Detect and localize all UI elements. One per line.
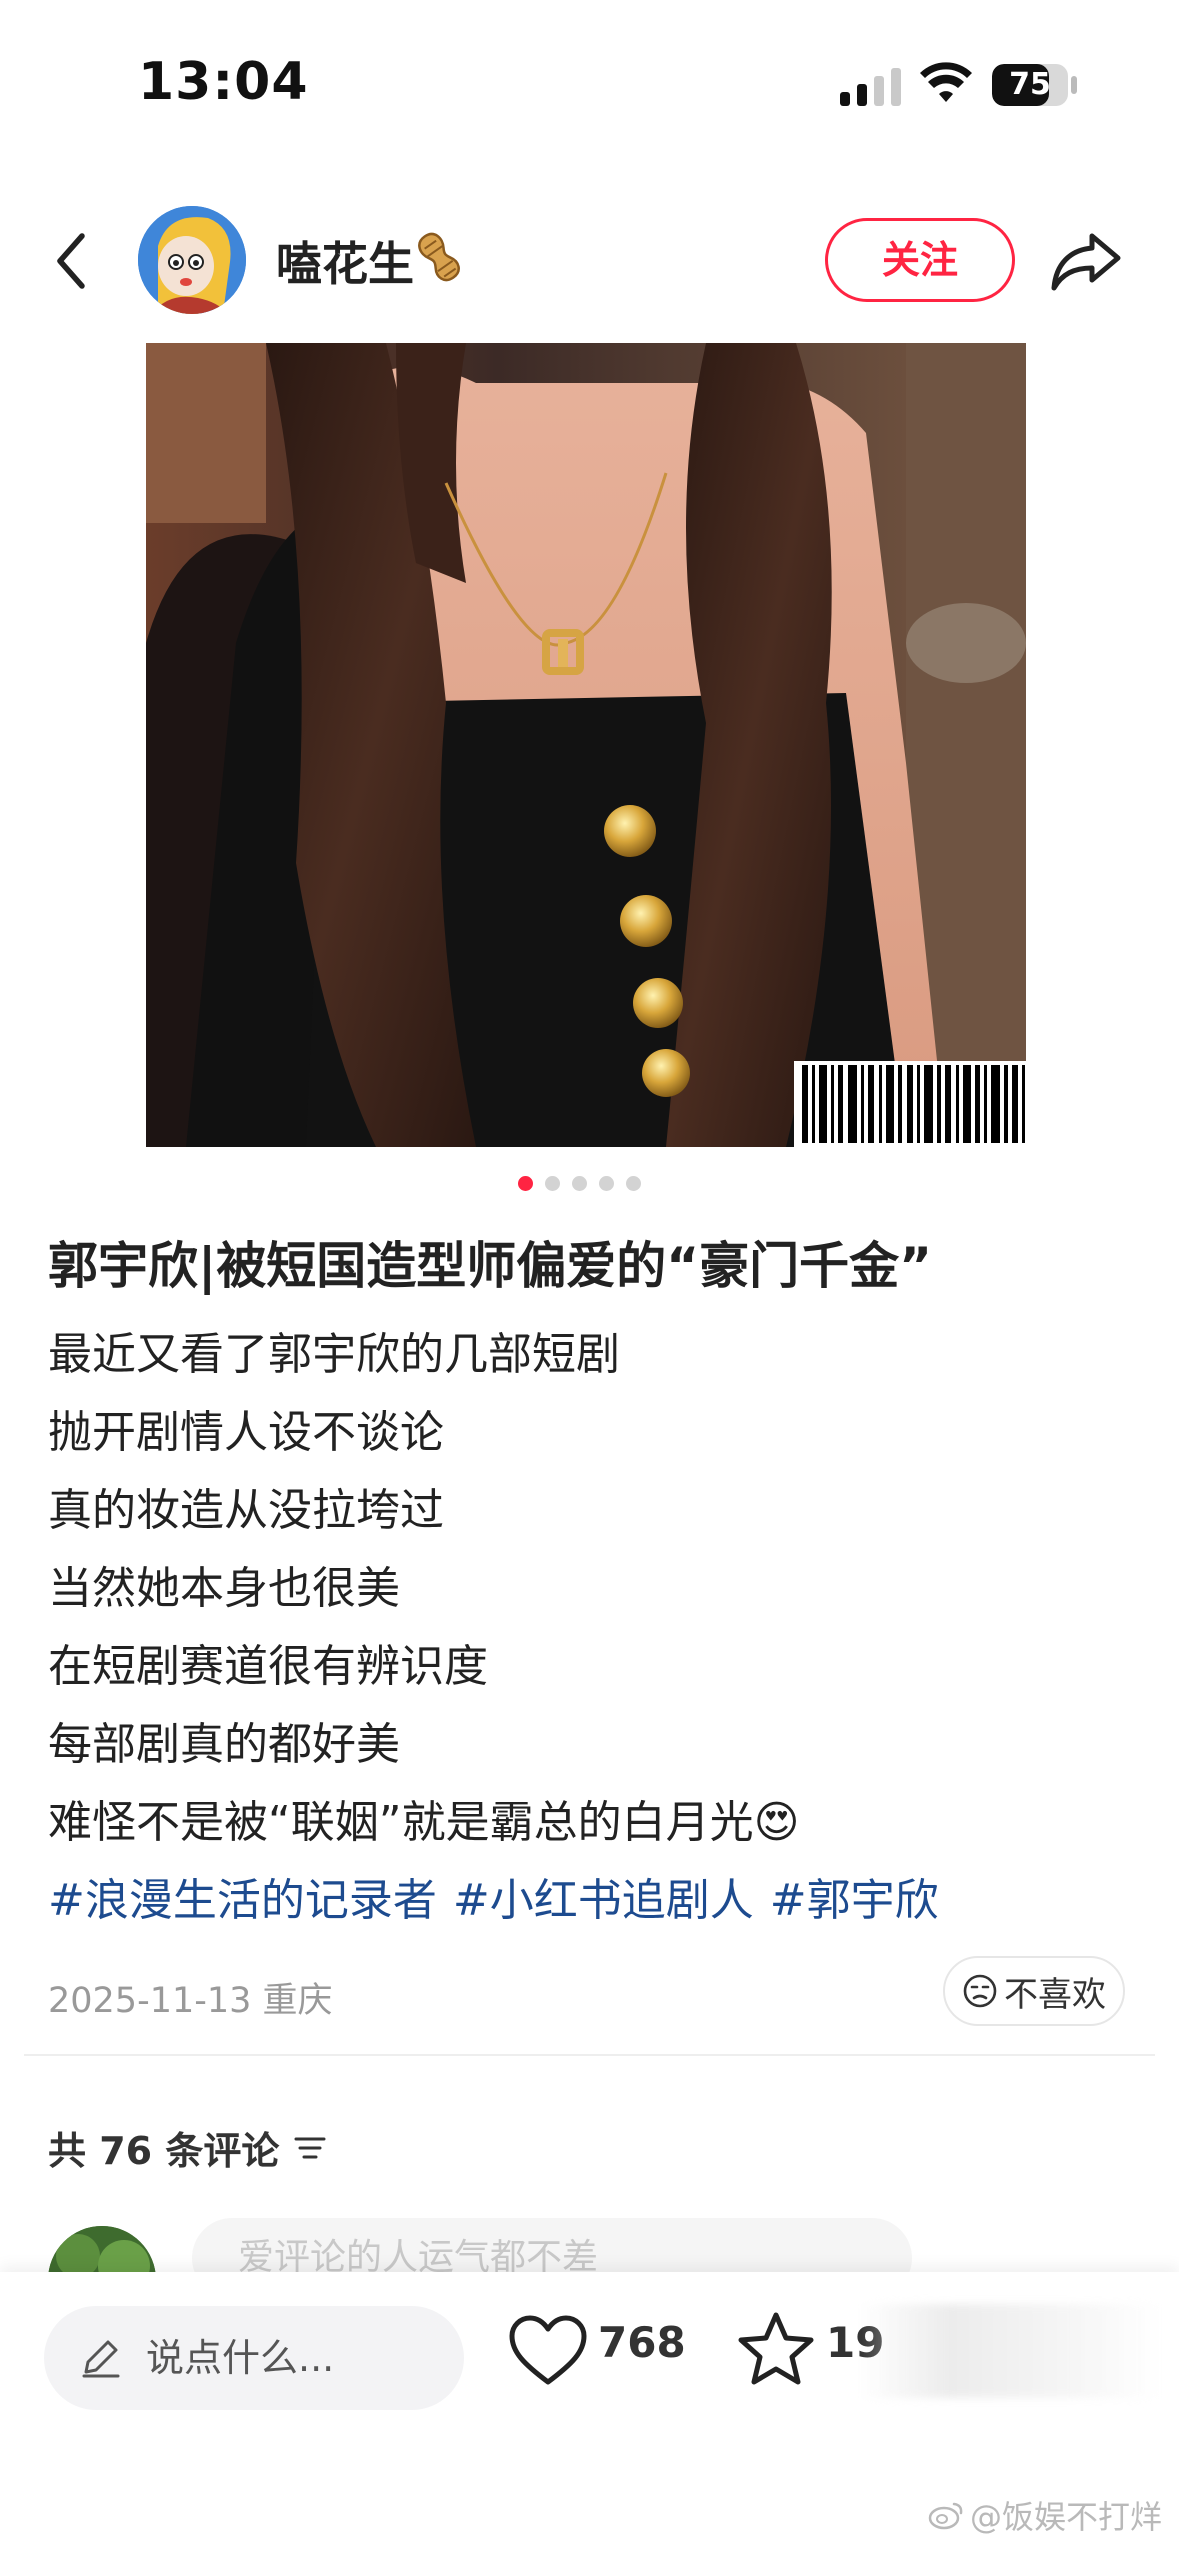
sort-filter-icon[interactable] [293,2134,327,2162]
peanut-icon [418,232,460,282]
star-icon[interactable] [736,2310,816,2388]
post-image-art [146,343,1026,1147]
share-icon[interactable] [1048,224,1124,296]
cellular-signal-icon [840,68,901,106]
follow-button[interactable]: 关注 [825,218,1015,302]
heart-icon[interactable] [508,2314,588,2388]
hashtag-list: #浪漫生活的记录者 #小红书追剧人 #郭宇欣 [48,1864,939,1928]
carousel-dot-active[interactable] [518,1176,533,1191]
author-avatar[interactable] [138,206,246,314]
carousel-pager [518,1176,668,1196]
comment-input[interactable]: 说点什么... [44,2306,464,2410]
post-body-line: 难怪不是被“联姻”就是霸总的白月光😍 [48,1797,800,1848]
battery-level: 75 [1009,67,1051,102]
comment-count-header[interactable]: 共 76 条评论 [48,2120,327,2175]
status-time: 13:04 [138,52,309,112]
wifi-icon [920,62,972,102]
dislike-label: 不喜欢 [1004,1974,1106,2015]
back-arrow-icon[interactable] [46,226,102,296]
battery-icon: 75 [992,64,1068,106]
post-body-line: 当然她本身也很美 [48,1563,400,1614]
hashtag-link[interactable]: #浪漫生活的记录者 [48,1864,437,1928]
battery-cap [1071,76,1077,94]
post-title: 郭宇欣|被短国造型师偏爱的“豪门千金” [48,1237,932,1295]
post-body-line: 抛开剧情人设不谈论 [48,1407,444,1458]
weibo-logo-icon [928,2502,963,2530]
status-bar: 13:04 75 [0,0,1179,170]
dislike-button[interactable]: 不喜欢 [943,1956,1125,2026]
comment-count-label: 共 76 条评论 [48,2129,280,2173]
post-body-line: 每部剧真的都好美 [48,1719,400,1770]
watermark-text: @饭娱不打烊 [970,2498,1163,2536]
section-divider [24,2054,1155,2056]
bottom-action-bar: 说点什么... 768 19 @饭娱不打烊 [0,2272,1179,2556]
post-body-line: 最近又看了郭宇欣的几部短剧 [48,1329,620,1380]
carousel-dot[interactable] [545,1176,560,1191]
comment-input-placeholder: 说点什么... [146,2336,335,2380]
author-name[interactable]: 嗑花生 [276,228,414,294]
note-header: 嗑花生 关注 [0,190,1179,330]
unhappy-face-icon [963,1974,997,2008]
blurred-overlay [860,2304,1160,2398]
carousel-dot[interactable] [572,1176,587,1191]
weibo-watermark: @饭娱不打烊 [928,2492,1162,2538]
post-body-line: 在短剧赛道很有辨识度 [48,1641,488,1692]
carousel-dot[interactable] [599,1176,614,1191]
hashtag-link[interactable]: #郭宇欣 [770,1864,939,1928]
pencil-icon [82,2340,120,2378]
barcode-overlay [794,1061,1026,1147]
post-body-line: 真的妆造从没拉垮过 [48,1485,444,1536]
like-count: 768 [598,2318,686,2367]
post-image[interactable] [146,343,1026,1147]
post-date-location: 2025-11-13 重庆 [48,1981,333,2021]
carousel-dot[interactable] [626,1176,641,1191]
avatar-illustration [138,206,246,314]
hashtag-link[interactable]: #小红书追剧人 [453,1864,754,1928]
